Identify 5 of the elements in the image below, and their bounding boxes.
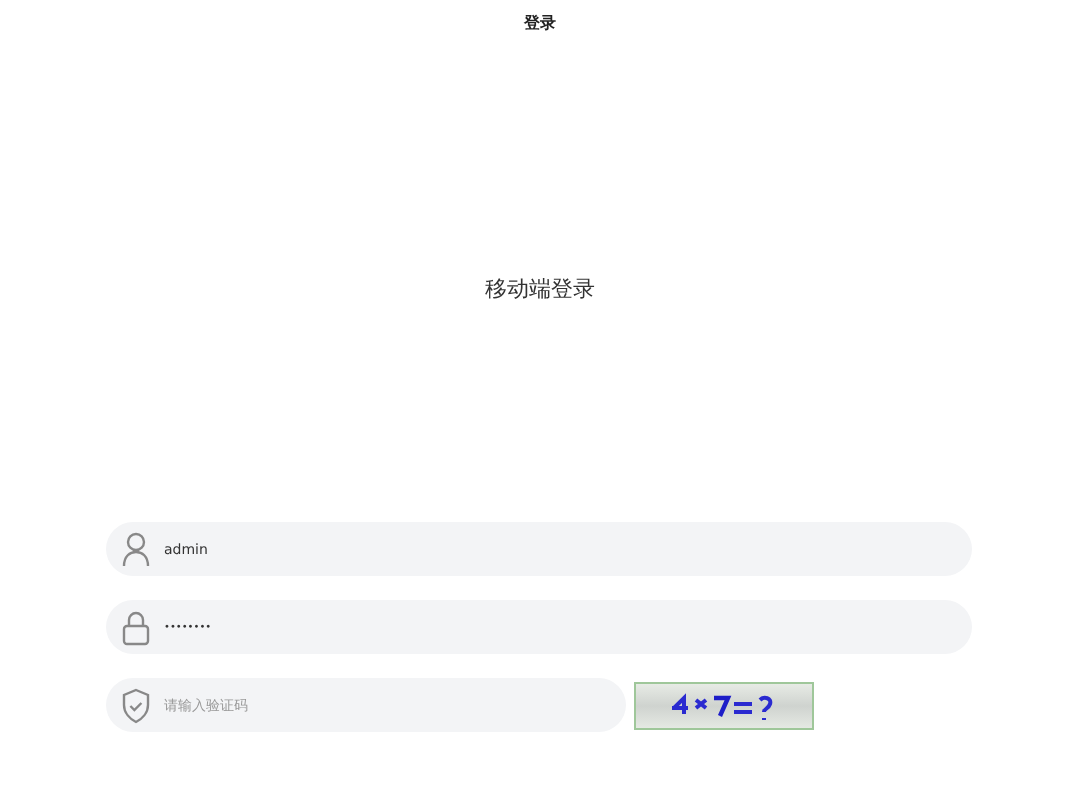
- login-heading: 移动端登录: [485, 276, 595, 304]
- shield-check-icon: [122, 687, 150, 723]
- lock-icon: [122, 609, 150, 645]
- user-icon: [122, 531, 150, 567]
- page-title: 登录: [524, 12, 556, 34]
